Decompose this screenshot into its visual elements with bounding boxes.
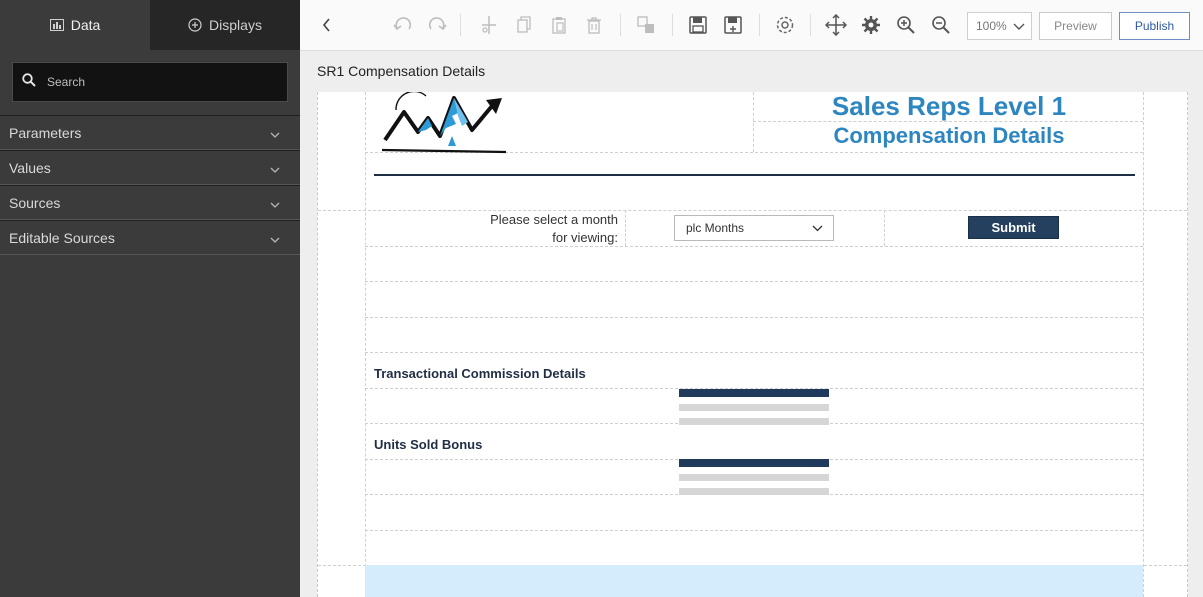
- publish-button[interactable]: Publish: [1119, 12, 1190, 40]
- toolbar-divider: [460, 14, 461, 36]
- grid-line: [1143, 92, 1144, 597]
- section-values[interactable]: Values: [0, 150, 300, 185]
- section-label: Editable Sources: [9, 229, 115, 246]
- grid-line: [753, 92, 754, 152]
- save-as-icon[interactable]: [721, 13, 745, 37]
- paste-icon[interactable]: [547, 13, 571, 37]
- grid-line: [365, 352, 1143, 353]
- grid-line: [365, 530, 1143, 531]
- chevron-down-icon: [270, 195, 280, 211]
- commission-table: [679, 389, 829, 425]
- section-editable-sources[interactable]: Editable Sources: [0, 220, 300, 255]
- section-label: Values: [9, 159, 51, 176]
- units-bonus-table: [679, 459, 829, 495]
- search-box: [12, 62, 288, 102]
- tab-displays-label: Displays: [209, 17, 262, 33]
- tab-data-label: Data: [70, 17, 101, 33]
- toolbar: 100% Preview Publish: [300, 0, 1203, 51]
- chevron-down-icon: [270, 230, 280, 246]
- zoom-in-icon[interactable]: [894, 13, 918, 37]
- zoom-out-icon[interactable]: [929, 13, 953, 37]
- table-row: [679, 481, 829, 488]
- grid-line: [365, 281, 1143, 282]
- chevron-down-icon: [270, 125, 280, 141]
- copy-icon[interactable]: [512, 13, 536, 37]
- bar-chart-icon: [49, 19, 64, 31]
- toolbar-divider: [810, 14, 811, 36]
- section-title-commission: Transactional Commission Details: [374, 366, 586, 381]
- search-icon: [22, 72, 36, 92]
- tab-displays[interactable]: Displays: [150, 0, 300, 50]
- cut-icon[interactable]: [477, 13, 501, 37]
- toolbar-divider: [620, 14, 621, 36]
- zoom-select[interactable]: 100%: [967, 12, 1032, 40]
- table-row: [679, 404, 829, 411]
- grid-line: [884, 210, 885, 246]
- month-prompt-label: Please select a month for viewing:: [490, 212, 618, 245]
- section-label: Parameters: [9, 124, 82, 141]
- tab-data[interactable]: Data: [0, 0, 150, 50]
- company-logo: [381, 90, 508, 154]
- section-title-units-bonus: Units Sold Bonus: [374, 437, 483, 452]
- month-select-value: plc Months: [686, 221, 745, 235]
- table-row: [679, 474, 829, 481]
- save-icon[interactable]: [686, 13, 710, 37]
- group-icon[interactable]: [634, 13, 658, 37]
- zoom-value: 100%: [976, 19, 1007, 33]
- chevron-down-icon: [1013, 20, 1025, 35]
- grid-line: [365, 317, 1143, 318]
- section-parameters[interactable]: Parameters: [0, 115, 300, 150]
- settings-icon[interactable]: [773, 13, 797, 37]
- table-row: [679, 411, 829, 418]
- page-title: SR1 Compensation Details: [317, 63, 486, 79]
- toolbar-divider: [759, 14, 760, 36]
- header-divider: [374, 174, 1135, 176]
- table-row: [679, 418, 829, 425]
- gear-icon[interactable]: [859, 13, 883, 37]
- selected-row-highlight[interactable]: [365, 565, 1143, 597]
- redo-icon[interactable]: [425, 13, 449, 37]
- plus-circle-icon: [188, 18, 202, 32]
- chevron-down-icon: [812, 223, 823, 237]
- sidebar-tabs: Data Displays: [0, 0, 300, 50]
- chevron-down-icon: [270, 160, 280, 176]
- report-title: Sales Reps Level 1: [831, 91, 1067, 121]
- undo-icon[interactable]: [391, 13, 415, 37]
- table-row: [679, 467, 829, 474]
- section-sources[interactable]: Sources: [0, 185, 300, 220]
- toolbar-divider: [672, 14, 673, 36]
- month-select[interactable]: plc Months: [674, 215, 834, 241]
- move-icon[interactable]: [824, 13, 848, 37]
- sidebar: Data Displays Parameters Values Sources: [0, 0, 300, 597]
- grid-line: [625, 210, 626, 246]
- submit-button[interactable]: Submit: [968, 216, 1059, 239]
- sidebar-sections: Parameters Values Sources Editable Sourc…: [0, 115, 300, 255]
- table-row: [679, 488, 829, 495]
- delete-icon[interactable]: [582, 13, 606, 37]
- table-row: [679, 397, 829, 404]
- grid-line: [318, 210, 1187, 211]
- report-subtitle: Compensation Details: [833, 123, 1065, 148]
- search-input[interactable]: [47, 75, 267, 89]
- chevron-left-icon[interactable]: [315, 13, 339, 37]
- preview-button[interactable]: Preview: [1039, 12, 1112, 40]
- grid-line: [365, 92, 366, 597]
- report-canvas: Sales Reps Level 1 Compensation Details …: [317, 90, 1188, 597]
- section-label: Sources: [9, 194, 61, 211]
